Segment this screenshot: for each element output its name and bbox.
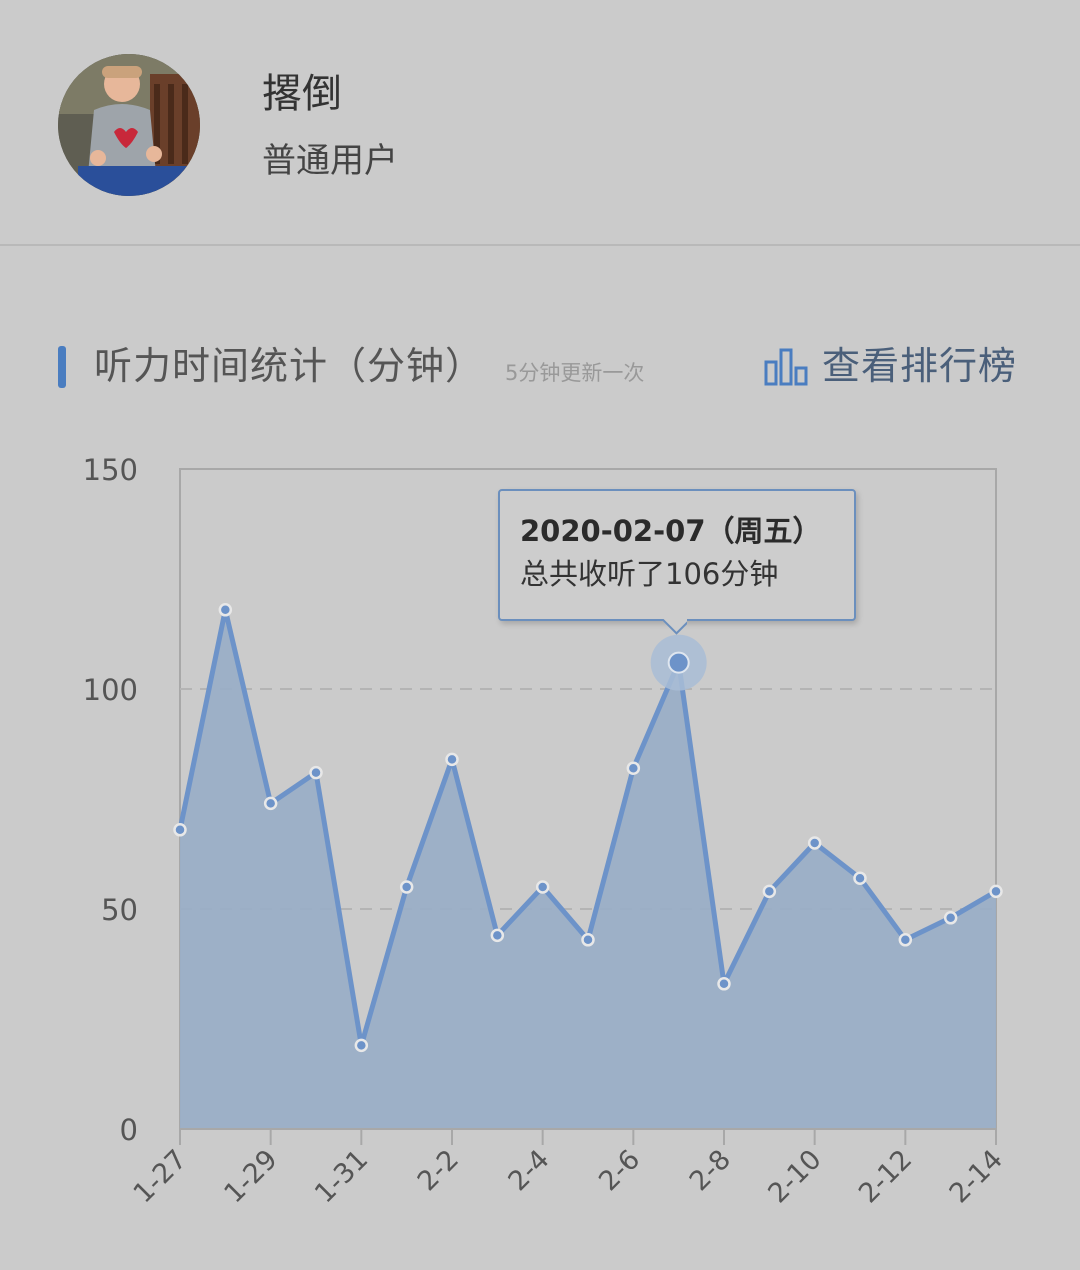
data-point (898, 933, 913, 947)
data-point (581, 933, 595, 947)
data-point (309, 765, 323, 780)
x-tick-label: 2-14 (944, 1144, 1009, 1209)
x-tick-label: 1-31 (309, 1144, 374, 1209)
data-point (535, 880, 550, 894)
data-point (445, 752, 459, 767)
x-tick-label: 2-10 (762, 1144, 827, 1209)
data-point (717, 977, 731, 991)
section-accent-bar (58, 346, 66, 388)
avatar[interactable] (58, 54, 200, 196)
data-point (853, 871, 867, 885)
data-point (943, 911, 958, 925)
data-point (354, 1038, 369, 1053)
update-note: 5分钟更新一次 (505, 361, 645, 385)
data-point (762, 884, 777, 899)
profile-header: 撂倒 普通用户 (0, 0, 1080, 246)
user-role: 普通用户 (262, 141, 398, 181)
bar-chart-icon (764, 348, 808, 386)
y-tick-label: 50 (101, 893, 138, 927)
x-tick-label: 1-29 (218, 1144, 283, 1209)
data-point (490, 928, 505, 943)
chart-tooltip: 2020-02-07（周五） 总共收听了106分钟 (498, 489, 856, 621)
data-point (218, 603, 233, 617)
data-point (173, 823, 187, 837)
data-point (399, 880, 414, 894)
view-ranking-label: 查看排行榜 (822, 344, 1018, 388)
view-ranking-button[interactable]: 查看排行榜 (764, 338, 1017, 394)
x-tick-label: 2-2 (412, 1144, 465, 1197)
data-point (626, 761, 641, 775)
y-tick-label: 100 (83, 673, 138, 707)
data-point (989, 884, 1003, 899)
stats-header: 听力时间统计（分钟） 5分钟更新一次 查看排行榜 (0, 330, 1080, 400)
data-point (263, 796, 278, 811)
x-tick-label: 1-27 (128, 1144, 193, 1209)
stats-title: 听力时间统计（分钟） (94, 344, 485, 388)
y-tick-label: 0 (120, 1113, 138, 1147)
series-area (180, 609, 996, 1129)
y-tick-label: 150 (83, 453, 138, 487)
x-tick-label: 2-6 (593, 1144, 646, 1197)
user-name: 撂倒 (262, 71, 342, 117)
highlight-point (667, 651, 690, 674)
x-tick-label: 2-4 (503, 1144, 556, 1197)
tooltip-date: 2020-02-07（周五） (520, 514, 822, 548)
x-tick-label: 2-8 (684, 1144, 737, 1197)
x-tick-label: 2-12 (853, 1144, 918, 1209)
data-point (807, 836, 822, 850)
tooltip-text: 总共收听了106分钟 (520, 557, 779, 591)
tooltip-arrow (663, 619, 687, 643)
